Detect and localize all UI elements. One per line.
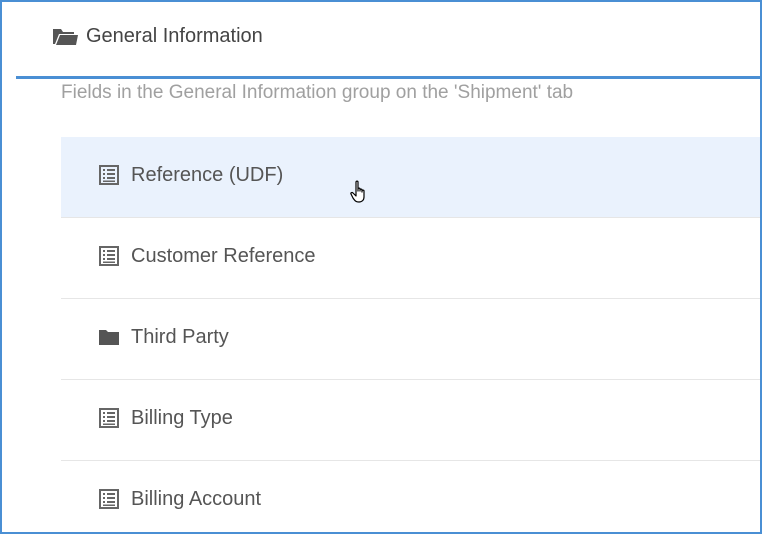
folder-icon: [99, 330, 119, 345]
group-header[interactable]: General Information: [16, 2, 760, 79]
list-item-label: Billing Account: [131, 488, 262, 510]
list-item[interactable]: Billing Type: [61, 380, 760, 461]
list-item-label: Third Party: [131, 326, 229, 348]
field-list: Reference (UDF) Customer Reference Third…: [61, 137, 760, 532]
list-item[interactable]: Third Party: [61, 299, 760, 380]
hand-pointer-icon: [350, 180, 365, 203]
list-item[interactable]: Reference (UDF): [61, 137, 760, 218]
list-item-label: Billing Type: [131, 407, 233, 429]
group-title: General Information: [86, 25, 263, 47]
list-icon: [99, 246, 119, 266]
list-item-label: Customer Reference: [131, 245, 316, 267]
list-item[interactable]: Billing Account: [61, 461, 760, 532]
window-frame: General Information Fields in the Genera…: [0, 0, 762, 534]
folder-open-icon: [53, 29, 78, 45]
list-icon: [99, 489, 119, 509]
list-item-label: Reference (UDF): [131, 164, 284, 186]
group-description: Fields in the General Information group …: [61, 82, 574, 103]
list-icon: [99, 165, 119, 185]
list-item[interactable]: Customer Reference: [61, 218, 760, 299]
list-icon: [99, 408, 119, 428]
